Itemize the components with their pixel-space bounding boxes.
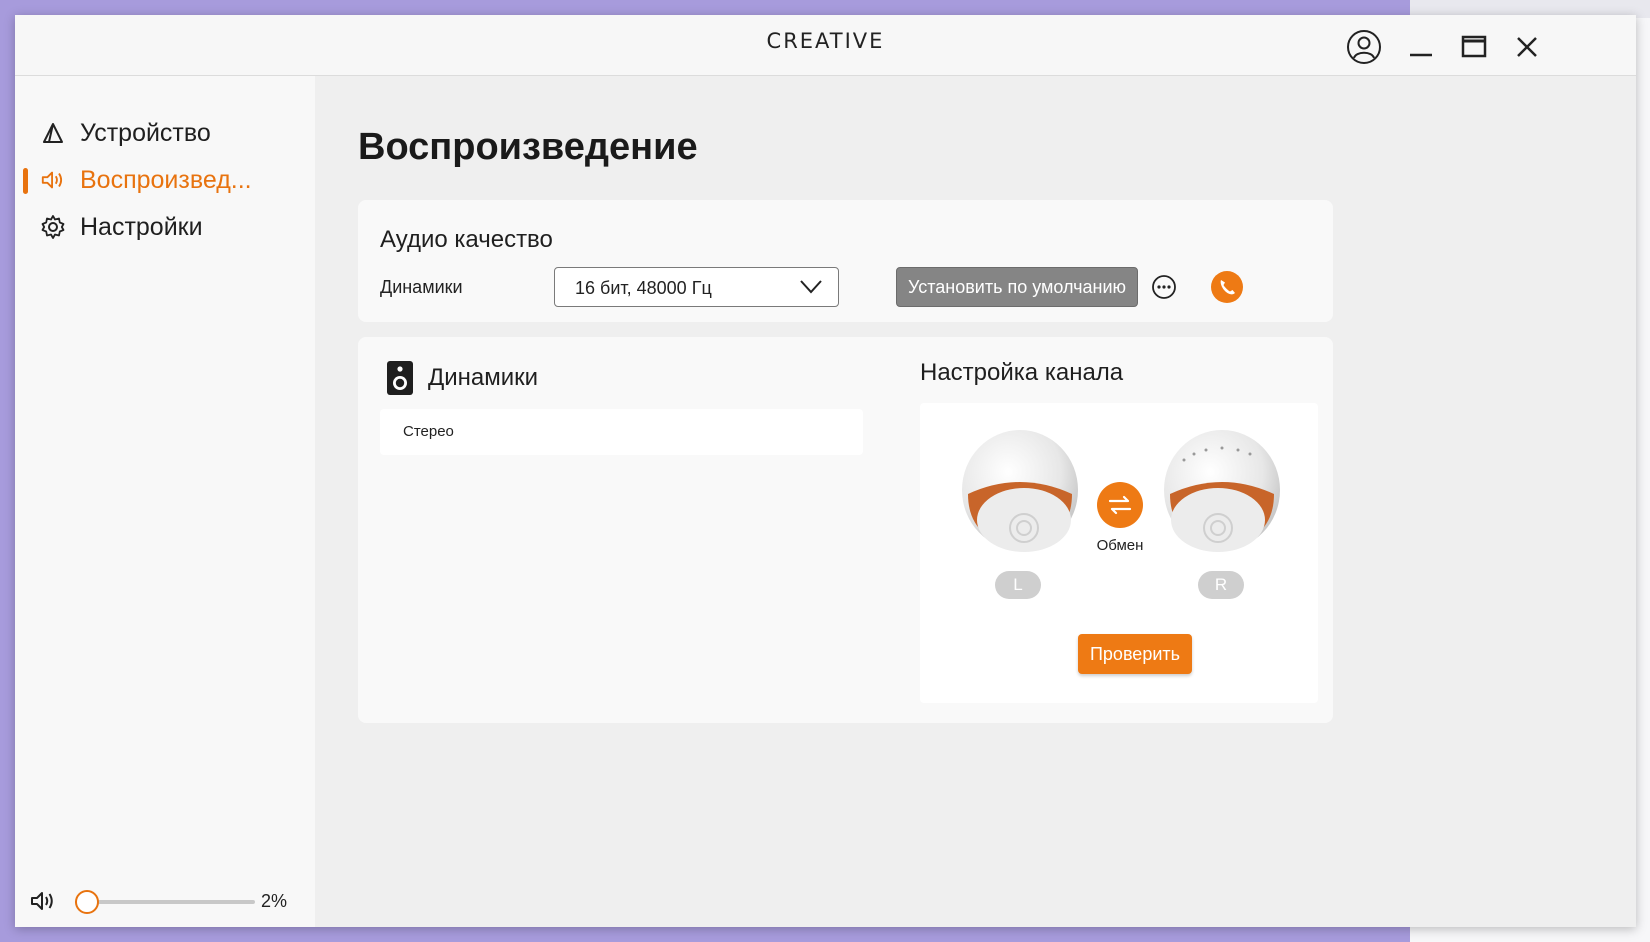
- channel-setup-title: Настройка канала: [920, 359, 1124, 386]
- master-volume: 2%: [15, 881, 315, 921]
- volume-icon[interactable]: [29, 888, 57, 914]
- user-icon: [1347, 30, 1381, 64]
- volume-percentage: 2%: [261, 891, 288, 911]
- right-channel-badge[interactable]: R: [1198, 571, 1244, 599]
- sidebar-item-label: Воспроизвед...: [80, 165, 252, 194]
- left-speaker-image[interactable]: [960, 430, 1080, 554]
- minimize-icon: [1410, 53, 1432, 57]
- close-button[interactable]: [1507, 27, 1547, 67]
- chevron-down-icon: [800, 280, 822, 294]
- right-speaker-image[interactable]: [1162, 430, 1282, 554]
- speakers-title: Динамики: [428, 364, 539, 391]
- audio-format-value: 16 бит, 48000 Гц: [575, 278, 712, 298]
- maximize-icon: [1461, 35, 1487, 58]
- speaker-config-label: Стерео: [403, 423, 454, 440]
- test-channels-button[interactable]: Проверить: [1078, 634, 1192, 674]
- sidebar-item-settings[interactable]: Настройки: [15, 207, 315, 247]
- volume-slider[interactable]: [74, 890, 255, 914]
- device-label: Динамики: [380, 277, 463, 297]
- minimize-button[interactable]: [1401, 27, 1441, 67]
- volume-slider-thumb[interactable]: [74, 890, 99, 914]
- swap-channels-button[interactable]: [1097, 482, 1143, 528]
- audio-quality-card: Аудио качество Динамики 16 бит, 48000 Гц…: [358, 200, 1333, 322]
- sidebar-item-playback[interactable]: Воспроизвед...: [15, 160, 315, 200]
- device-icon: [40, 120, 66, 146]
- page-title: Воспроизведение: [358, 126, 698, 168]
- phone-icon: [1211, 271, 1243, 303]
- brand-logo: CREATIVE: [766, 29, 885, 53]
- account-button[interactable]: [1344, 27, 1384, 67]
- more-options-button[interactable]: [1149, 272, 1179, 302]
- active-indicator: [23, 168, 28, 194]
- set-default-button[interactable]: Установить по умолчанию: [896, 267, 1138, 307]
- sidebar-item-label: Устройство: [80, 118, 211, 147]
- audio-format-select[interactable]: 16 бит, 48000 Гц: [554, 267, 839, 307]
- audio-quality-title: Аудио качество: [380, 226, 553, 253]
- speaker-volume-icon: [40, 167, 66, 193]
- title-bar: CREATIVE: [15, 15, 1636, 76]
- sidebar-item-device[interactable]: Устройство: [15, 113, 315, 153]
- gear-icon: [40, 214, 66, 240]
- swap-channels-label: Обмен: [1096, 537, 1144, 554]
- close-icon: [1517, 37, 1537, 57]
- maximize-button[interactable]: [1454, 27, 1494, 67]
- left-channel-badge[interactable]: L: [995, 571, 1041, 599]
- sidebar-item-label: Настройки: [80, 212, 203, 241]
- more-options-icon: [1152, 275, 1176, 299]
- app-window: CREATIVE Устройство Воспроизвед... Настр…: [15, 15, 1636, 927]
- channel-setup-panel: L Обмен R Проверить: [920, 403, 1318, 703]
- sidebar: Устройство Воспроизвед... Настройки 2%: [15, 76, 315, 927]
- swap-arrows-icon: [1108, 495, 1132, 515]
- communication-default-button[interactable]: [1210, 270, 1244, 304]
- speakers-card: Динамики Стерео Настройка канала L Обмен…: [358, 337, 1333, 723]
- speaker-icon: [387, 361, 413, 395]
- speaker-config-stereo[interactable]: Стерео: [380, 409, 863, 455]
